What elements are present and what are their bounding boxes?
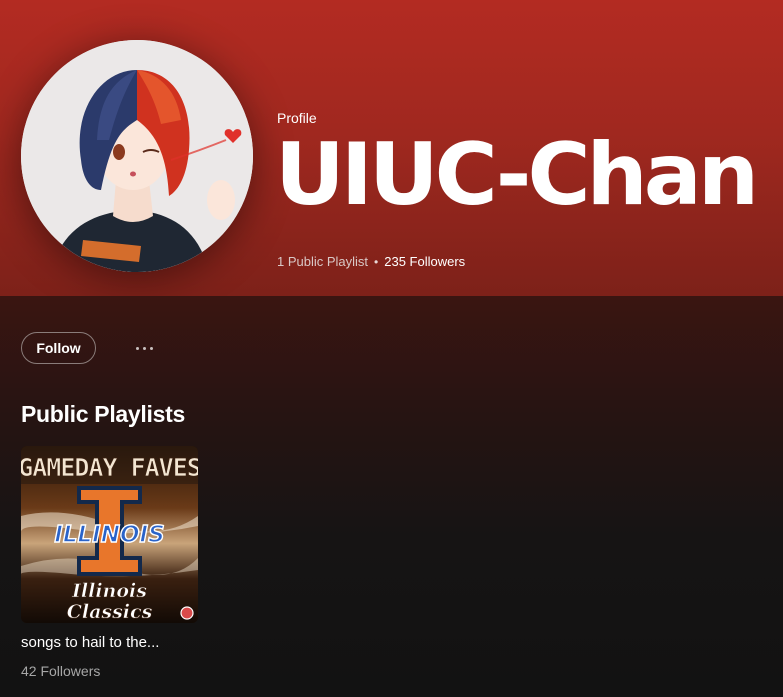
- cover-bottom-line2: Classics: [67, 601, 153, 623]
- playlist-card[interactable]: GAMEDAY FAVES ILLINOIS Illinois Classics…: [21, 446, 198, 686]
- public-playlists-heading[interactable]: Public Playlists: [21, 401, 185, 428]
- cover-top-text: GAMEDAY FAVES: [21, 453, 198, 482]
- dot: [135, 346, 139, 350]
- profile-page: Profile UIUC-Chan 1 Public Playlist • 23…: [0, 0, 783, 697]
- more-options-icon[interactable]: [126, 336, 162, 360]
- dot: [149, 346, 153, 350]
- playlist-followers: 42 Followers: [21, 663, 101, 679]
- public-playlist-count: 1 Public Playlist: [277, 254, 369, 269]
- profile-avatar: [21, 40, 253, 272]
- profile-type-label: Profile: [277, 110, 317, 126]
- dot: [142, 346, 146, 350]
- cover-bottom-line1: Illinois: [71, 580, 147, 602]
- profile-meta: 1 Public Playlist • 235 Followers: [277, 254, 465, 269]
- playlist-cover[interactable]: GAMEDAY FAVES ILLINOIS Illinois Classics: [21, 446, 198, 623]
- meta-separator: •: [374, 254, 379, 269]
- follow-button[interactable]: Follow: [21, 332, 96, 364]
- followers-count[interactable]: 235 Followers: [384, 254, 465, 269]
- playlist-title[interactable]: songs to hail to the...: [21, 634, 159, 651]
- cover-center-text: ILLINOIS: [54, 522, 164, 548]
- profile-name: UIUC-Chan: [275, 125, 759, 225]
